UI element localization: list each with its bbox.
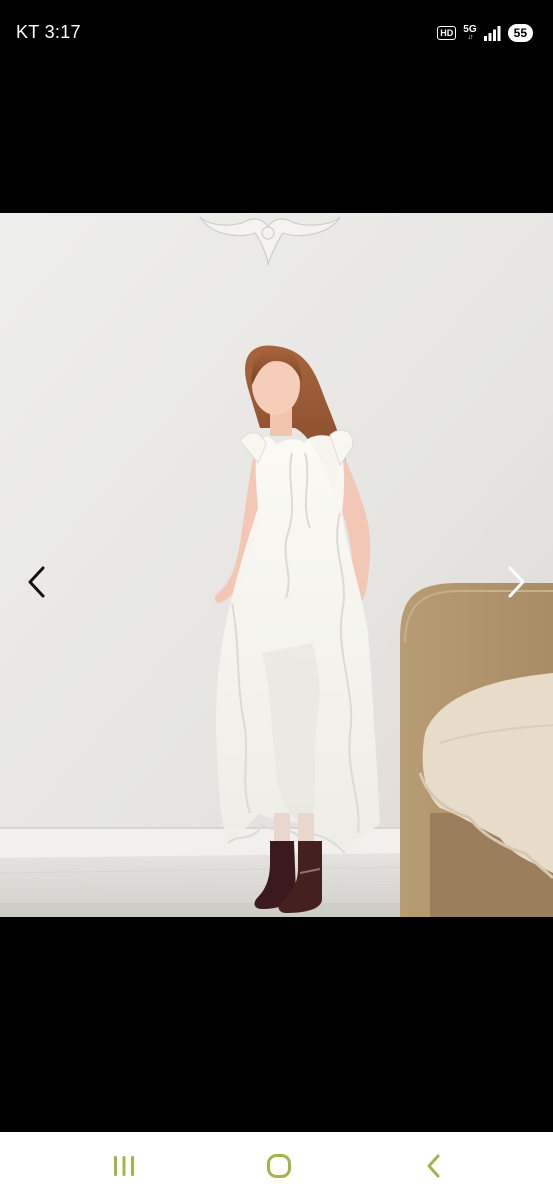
system-navigation-bar <box>0 1132 553 1200</box>
network-type-label: 5G <box>463 24 477 35</box>
hd-voice-icon: HD <box>437 26 457 40</box>
product-photo[interactable] <box>0 213 553 917</box>
back-icon <box>427 1154 440 1178</box>
home-icon <box>267 1154 291 1178</box>
network-5g-icon: 5G ↓↑ <box>463 24 477 42</box>
status-bar: KT 3:17 HD 5G ↓↑ 55 <box>0 0 553 66</box>
data-activity-icon: ↓↑ <box>467 34 473 41</box>
home-button[interactable] <box>254 1146 304 1186</box>
status-time: KT 3:17 <box>16 22 81 42</box>
prev-photo-button[interactable] <box>17 560 57 604</box>
back-button[interactable] <box>409 1146 459 1186</box>
next-photo-button[interactable] <box>496 560 536 604</box>
signal-strength-icon <box>483 25 501 41</box>
recent-apps-icon <box>114 1156 134 1176</box>
chevron-left-icon <box>28 566 45 598</box>
dress-photo-illustration <box>0 213 553 917</box>
recent-apps-button[interactable] <box>99 1146 149 1186</box>
chevron-right-icon <box>508 566 525 598</box>
battery-icon: 55 <box>507 24 533 42</box>
status-icons: HD 5G ↓↑ 55 <box>437 22 533 44</box>
